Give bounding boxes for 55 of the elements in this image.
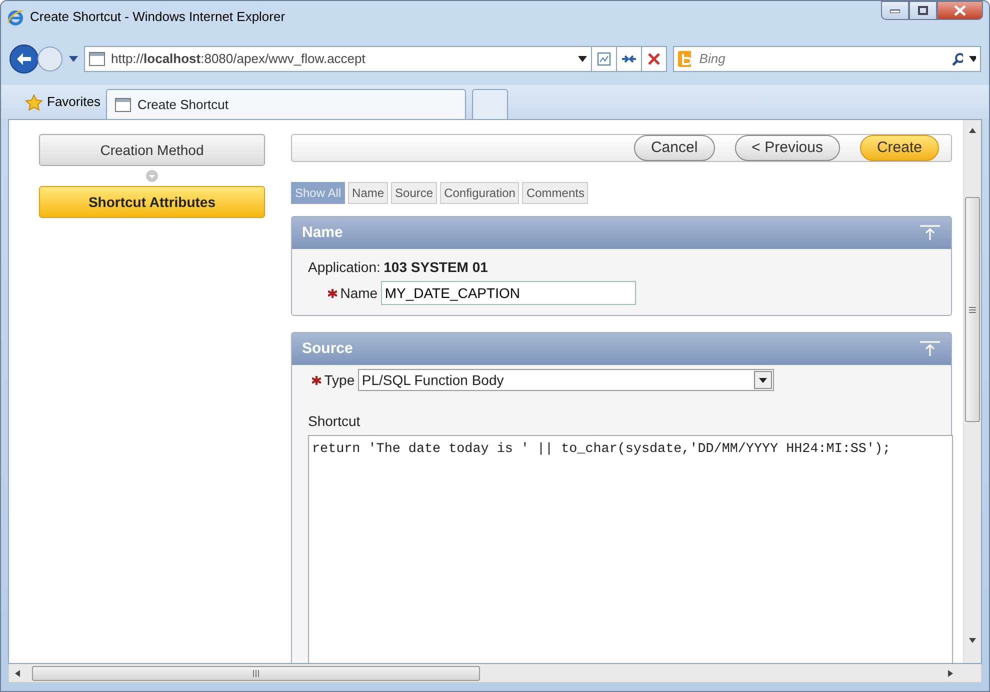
section-tab[interactable]: Source (391, 182, 438, 204)
dropdown-arrow-icon[interactable] (968, 56, 976, 62)
star-icon (25, 94, 43, 110)
search-icon[interactable] (952, 52, 963, 66)
stop-icon (648, 53, 660, 65)
search-field[interactable]: Bing (673, 46, 981, 72)
vertical-scrollbar[interactable] (963, 120, 981, 663)
action-button[interactable]: < Previous (734, 135, 840, 161)
scroll-down-icon[interactable] (969, 638, 976, 643)
scroll-up-icon[interactable] (969, 128, 976, 133)
close-icon (954, 5, 966, 16)
search-engine-icon (678, 51, 692, 67)
scroll-thumb[interactable] (965, 197, 980, 422)
field-label: Name (340, 284, 378, 303)
minimize-button[interactable] (881, 1, 909, 20)
create-button[interactable]: Create (860, 135, 939, 161)
section-tab[interactable]: Name (348, 182, 388, 204)
page-icon (115, 98, 132, 112)
action-button[interactable]: Cancel (634, 135, 715, 161)
section-tab[interactable]: Configuration (440, 182, 520, 204)
url-text: http://localhost:8080/apex/wwv_flow.accept (111, 50, 366, 68)
wizard-step[interactable]: Creation Method (39, 134, 265, 166)
maximize-icon (918, 6, 928, 15)
favorites-button[interactable]: Favorites (25, 92, 100, 112)
field-label: Shortcut (308, 412, 362, 431)
name-input[interactable]: MY_DATE_CAPTION (380, 281, 636, 306)
scroll-right-icon[interactable] (948, 670, 953, 676)
back-button[interactable] (9, 44, 39, 74)
scroll-left-icon[interactable] (15, 670, 20, 676)
window-title: Create Shortcut - Windows Internet Explorer (30, 8, 286, 26)
field-value: 103 SYSTEM 01 (384, 258, 488, 277)
collapse-button[interactable] (919, 225, 941, 241)
page-icon (89, 52, 105, 66)
collapse-button[interactable] (919, 341, 941, 358)
scroll-thumb[interactable] (32, 666, 480, 680)
horizontal-scrollbar[interactable] (8, 664, 982, 683)
close-button[interactable] (937, 1, 983, 20)
chart-page-icon (597, 52, 611, 66)
field-label: Application: (308, 258, 380, 277)
field-label: Type (324, 370, 355, 390)
browser-logo-icon (7, 8, 24, 26)
wizard-step[interactable]: Shortcut Attributes (39, 186, 265, 218)
dropdown-arrow-icon[interactable] (578, 56, 587, 62)
address-field[interactable]: http://localhost:8080/apex/wwv_flow.accept (84, 46, 592, 72)
type-select[interactable]: PL/SQL Function Body (358, 369, 774, 392)
compatibility-view-button[interactable] (591, 46, 617, 72)
maximize-button[interactable] (909, 1, 937, 20)
browser-tab[interactable]: Create Shortcut (106, 89, 466, 119)
region-title: Source (302, 339, 353, 359)
refresh-button[interactable] (616, 46, 642, 72)
section-tab[interactable]: Comments (522, 182, 588, 204)
code-editor[interactable]: return 'The date today is ' || to_char(sysdate,'DD/MM/YYYY HH24:MI:SS'); (308, 435, 953, 663)
stop-button[interactable] (641, 46, 667, 72)
minimize-icon (890, 8, 900, 12)
region-title: Name (302, 222, 343, 243)
